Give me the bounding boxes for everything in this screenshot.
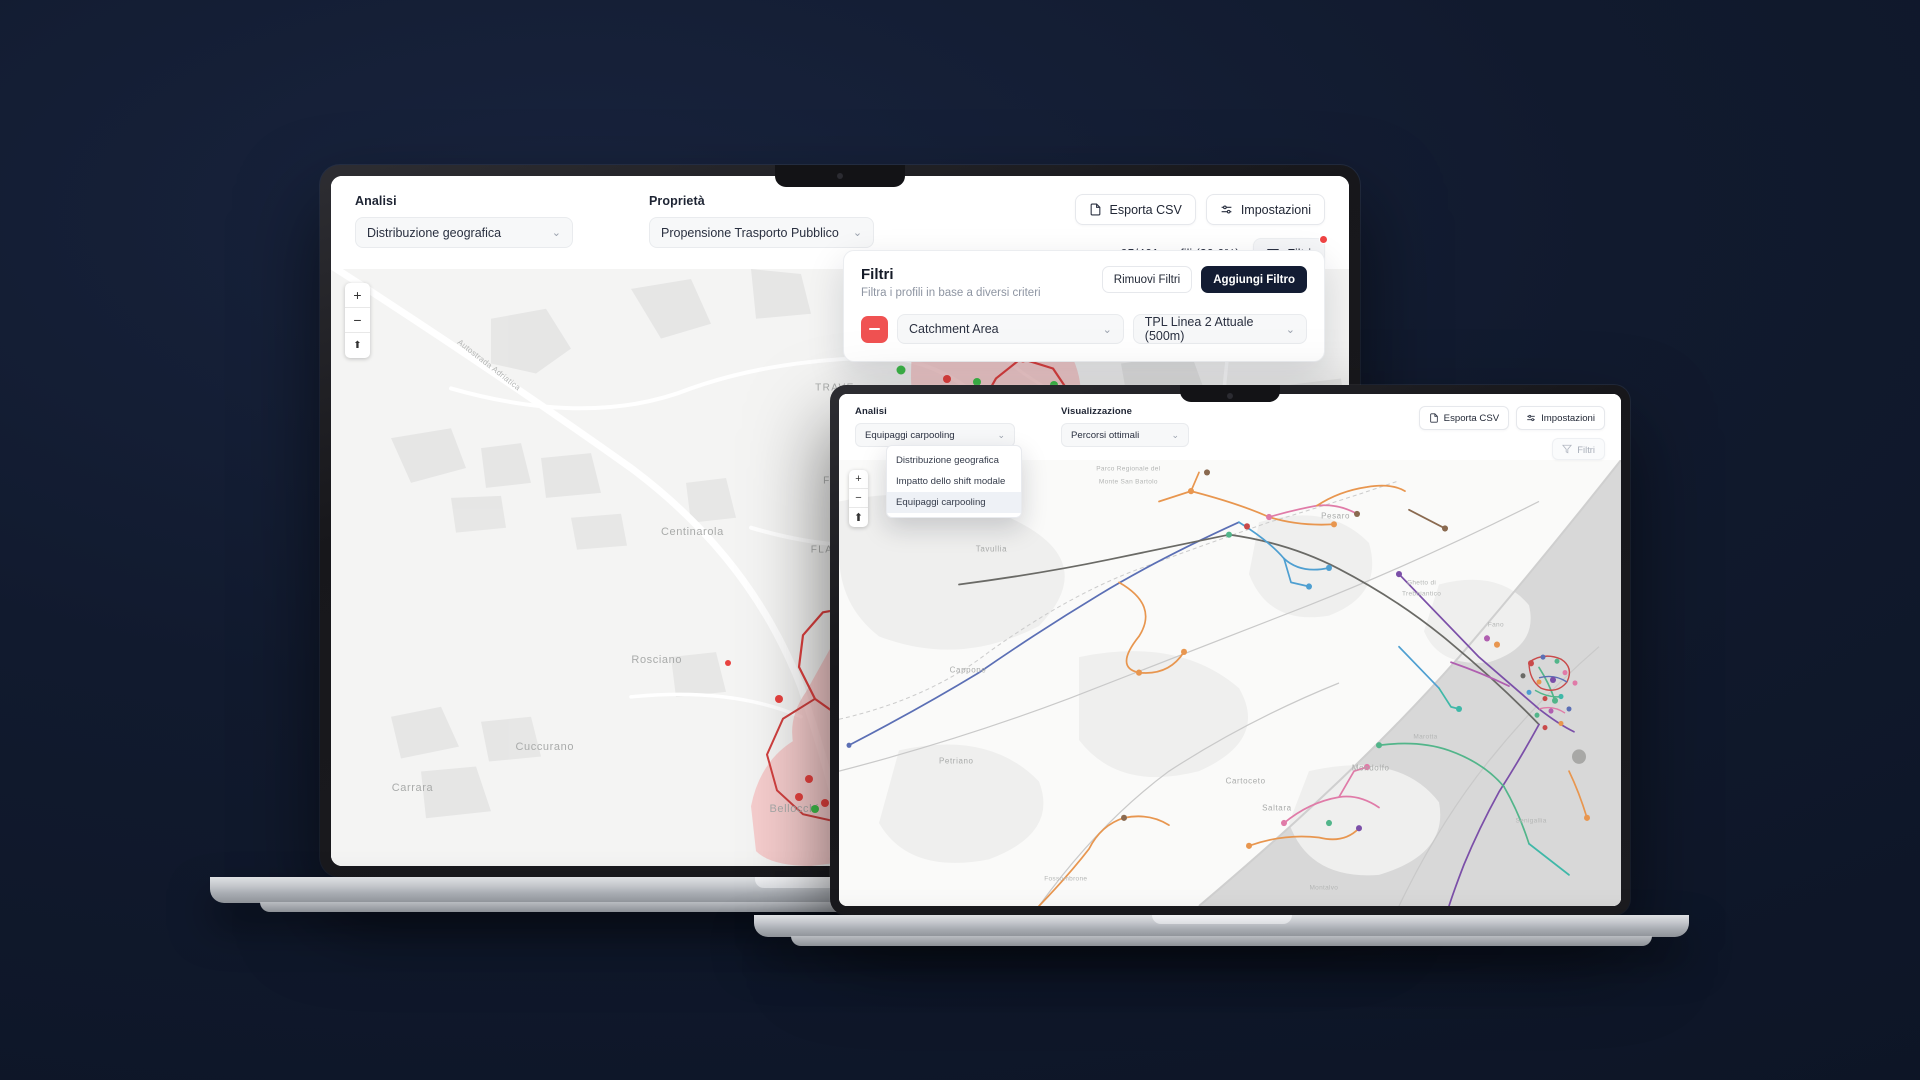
- settings-button-2[interactable]: Impostazioni: [1516, 406, 1605, 430]
- sliders-icon: [1221, 205, 1232, 214]
- remove-filters-button[interactable]: Rimuovi Filtri: [1101, 266, 1193, 293]
- property-select-value: Propensione Trasporto Pubblico: [661, 225, 839, 240]
- analysis-select-value-2: Equipaggi carpooling: [865, 429, 955, 441]
- filters-button-2[interactable]: Filtri: [1552, 438, 1605, 460]
- app-window-secondary: Analisi Equipaggi carpooling ⌄ Visualizz…: [839, 394, 1621, 906]
- secondary-action-buttons: Esporta CSV Impostazioni: [1418, 406, 1605, 430]
- export-csv-label: Esporta CSV: [1109, 202, 1182, 217]
- analysis-control-group-2: Analisi Equipaggi carpooling ⌄: [855, 406, 1015, 447]
- compass-icon[interactable]: ⬆: [849, 508, 868, 527]
- laptop-secondary-screen: Analisi Equipaggi carpooling ⌄ Visualizz…: [839, 394, 1621, 906]
- analysis-control-group: Analisi Distribuzione geografica ⌄: [355, 194, 573, 248]
- chevron-down-icon: ⌄: [1102, 323, 1112, 336]
- export-csv-button[interactable]: Esporta CSV: [1074, 194, 1196, 225]
- map-profile-marker[interactable]: [896, 365, 906, 375]
- analysis-dropdown-menu[interactable]: Distribuzione geografica Impatto dello sh…: [886, 445, 1022, 518]
- filter-panel: Filtri Filtra i profili in base a divers…: [843, 250, 1325, 362]
- visualization-control-group: Visualizzazione Percorsi ottimali ⌄: [1061, 406, 1189, 447]
- visualization-label: Visualizzazione: [1061, 406, 1133, 417]
- zoom-out-button[interactable]: −: [345, 308, 370, 333]
- analysis-select-value: Distribuzione geografica: [367, 225, 502, 240]
- analysis-option[interactable]: Distribuzione geografica: [887, 450, 1021, 471]
- sliders-icon: [1527, 414, 1535, 422]
- filter-panel-title: Filtri: [861, 266, 894, 283]
- filter-value-select[interactable]: TPL Linea 2 Attuale (500m) ⌄: [1132, 314, 1307, 344]
- chevron-down-icon: ⌄: [852, 227, 863, 239]
- webcam-notch: [775, 165, 905, 187]
- map-profile-marker[interactable]: [725, 660, 732, 667]
- analysis-select-2[interactable]: Equipaggi carpooling ⌄: [855, 423, 1015, 447]
- visualization-select-value: Percorsi ottimali: [1071, 429, 1140, 441]
- zoom-out-button-2[interactable]: −: [849, 489, 868, 508]
- minus-icon: [869, 328, 880, 330]
- analysis-option[interactable]: Equipaggi carpooling: [887, 492, 1021, 513]
- zoom-in-button[interactable]: +: [345, 283, 370, 308]
- chevron-down-icon: ⌄: [1171, 429, 1179, 440]
- chevron-down-icon: ⌄: [997, 429, 1005, 440]
- map-profile-marker[interactable]: [810, 805, 819, 814]
- settings-label-2: Impostazioni: [1541, 412, 1595, 424]
- laptop-secondary-base: [754, 915, 1689, 946]
- map-zoom-controls[interactable]: + − ⬆: [345, 283, 370, 358]
- map-profile-marker[interactable]: [795, 793, 804, 802]
- filter-field-value: Catchment Area: [909, 322, 999, 336]
- laptop-secondary: Analisi Equipaggi carpooling ⌄ Visualizz…: [754, 385, 1689, 946]
- primary-action-buttons: Esporta CSV Impostazioni: [1074, 194, 1325, 225]
- chevron-down-icon: ⌄: [1285, 323, 1295, 336]
- property-control-group: Proprietà Propensione Trasporto Pubblico…: [649, 194, 875, 248]
- export-csv-label-2: Esporta CSV: [1443, 412, 1500, 424]
- map-profile-marker[interactable]: [805, 775, 814, 784]
- visualization-select[interactable]: Percorsi ottimali ⌄: [1061, 423, 1189, 447]
- map-profile-marker[interactable]: [820, 799, 829, 808]
- webcam-notch: [1180, 385, 1280, 402]
- laptop-secondary-lid: Analisi Equipaggi carpooling ⌄ Visualizz…: [830, 385, 1630, 915]
- file-icon: [1429, 413, 1438, 423]
- secondary-toolbar-right: Esporta CSV Impostazioni Filtri: [1418, 406, 1605, 460]
- analysis-option[interactable]: Impatto dello shift modale: [887, 471, 1021, 492]
- filter-field-select[interactable]: Catchment Area ⌄: [897, 314, 1124, 344]
- file-icon: [1090, 203, 1100, 216]
- filters-label-2: Filtri: [1577, 443, 1595, 455]
- analysis-label-2: Analisi: [855, 406, 887, 417]
- chevron-down-icon: ⌄: [551, 227, 561, 239]
- export-csv-button-2[interactable]: Esporta CSV: [1418, 406, 1510, 430]
- analysis-label: Analisi: [355, 194, 397, 208]
- laptop-base-foot: [791, 936, 1652, 946]
- zoom-in-button-2[interactable]: +: [849, 470, 868, 489]
- settings-label: Impostazioni: [1240, 202, 1311, 217]
- compass-icon[interactable]: ⬆: [345, 333, 370, 358]
- filter-panel-subtitle: Filtra i profili in base a diversi crite…: [861, 287, 1041, 299]
- map-profile-marker[interactable]: [774, 694, 783, 703]
- map-secondary-canvas: [839, 460, 1621, 906]
- map-zoom-controls-2[interactable]: + − ⬆: [849, 470, 868, 527]
- settings-button[interactable]: Impostazioni: [1205, 194, 1325, 225]
- filter-panel-actions: Rimuovi Filtri Aggiungi Filtro: [1101, 266, 1307, 293]
- property-label: Proprietà: [649, 194, 705, 208]
- filter-active-badge: [1319, 235, 1328, 244]
- filter-panel-header: Filtri Filtra i profili in base a divers…: [861, 266, 1307, 299]
- filter-value-value: TPL Linea 2 Attuale (500m): [1144, 315, 1254, 343]
- filter-panel-titles: Filtri Filtra i profili in base a divers…: [861, 266, 1041, 299]
- filter-row: Catchment Area ⌄ TPL Linea 2 Attuale (50…: [861, 314, 1307, 344]
- add-filter-button[interactable]: Aggiungi Filtro: [1201, 266, 1307, 293]
- analysis-select[interactable]: Distribuzione geografica ⌄: [355, 217, 573, 248]
- property-select[interactable]: Propensione Trasporto Pubblico ⌄: [649, 217, 875, 248]
- map-profile-marker[interactable]: [942, 375, 951, 384]
- funnel-icon: [1562, 444, 1573, 454]
- map-secondary[interactable]: + − ⬆ Parco Regionale del Monte San Barto…: [839, 460, 1621, 906]
- remove-filter-button[interactable]: [861, 315, 888, 343]
- secondary-meta-row: Filtri: [1552, 438, 1605, 460]
